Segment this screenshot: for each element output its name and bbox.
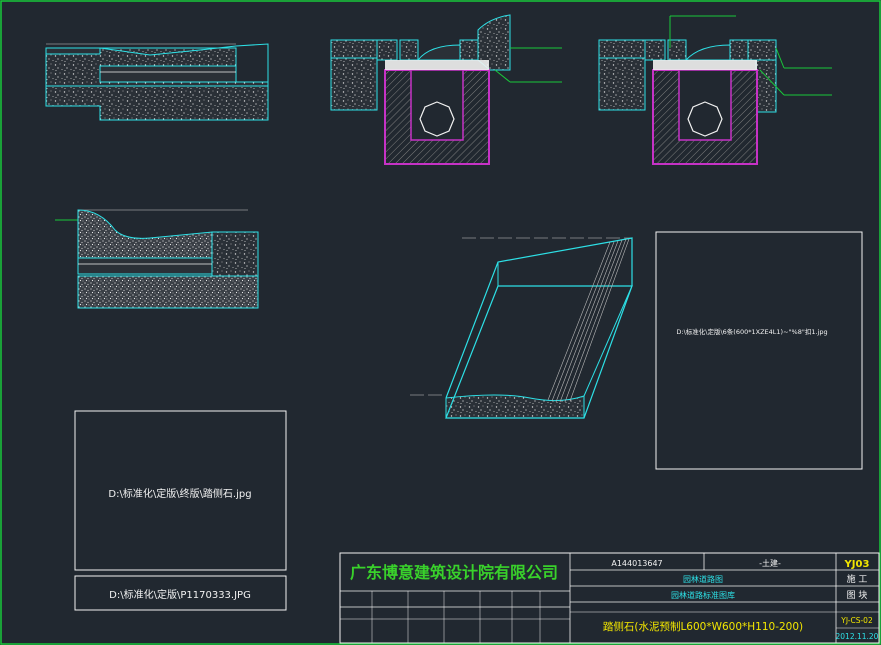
cad-drawing-canvas: D:\标准化\定版\终版\踏侧石.jpg D:\标准化\定版\P1170333.… <box>0 0 881 645</box>
subcategory-label: 园林道路标准图库 <box>671 590 735 600</box>
company-name: 广东博意建筑设计院有限公司 <box>350 563 558 582</box>
drawing-number: A144013647 <box>611 559 662 568</box>
image-ref-box-right <box>655 231 863 470</box>
image-ref-label-left-top: D:\标准化\定版\终版\踏侧石.jpg <box>108 487 251 500</box>
stage-label: 施 工 <box>847 573 868 585</box>
issue-date: 2012.11.20 <box>836 632 879 641</box>
section-detail-1 <box>45 43 269 121</box>
sheet-type-label: 图 块 <box>847 589 868 601</box>
image-ref-label-right: D:\标准化\定版\6条(600*1XZE4L1)~"%8"扣1.jpg <box>676 327 827 336</box>
image-ref-label-left-bottom: D:\标准化\定版\P1170333.JPG <box>109 588 251 601</box>
section-detail-4 <box>55 209 259 309</box>
sheet-title: 踏侧石(水泥预制L600*W600*H110-200) <box>603 620 803 633</box>
section-detail-3 <box>598 15 832 165</box>
sheet-code: YJ03 <box>844 559 870 570</box>
category-label: 园林道路图 <box>683 574 723 584</box>
discipline-label: -土建- <box>759 558 781 568</box>
isometric-curb-stone <box>410 237 633 419</box>
reference-number: YJ-CS-02 <box>840 616 873 625</box>
section-detail-2 <box>330 14 562 165</box>
